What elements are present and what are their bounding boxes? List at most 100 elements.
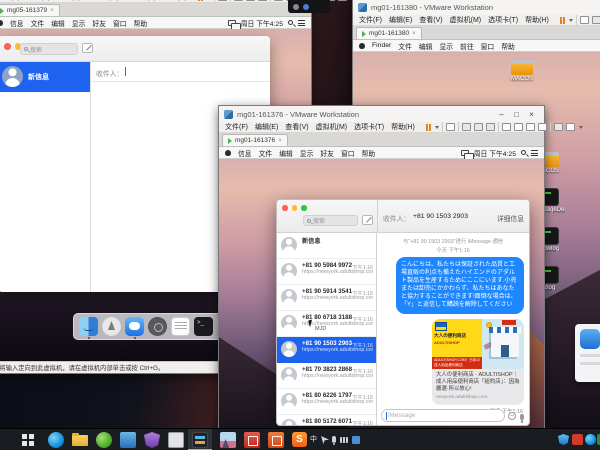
macos-dock[interactable] xyxy=(73,313,242,340)
conversation-row[interactable]: 下午1:16 +81 70 3823 2868 https://newyork.… xyxy=(277,363,376,389)
macos-menu-item[interactable]: 编辑 xyxy=(419,41,433,51)
app-red-2-icon[interactable] xyxy=(268,432,284,448)
snapshot-take-icon[interactable] xyxy=(462,123,471,131)
minimize-icon[interactable] xyxy=(292,205,298,211)
keyboard-icon[interactable] xyxy=(340,437,348,443)
vmware-menu-item[interactable]: 选项卡(T) xyxy=(126,0,156,2)
menubar-clock[interactable]: 周日 下午4:25 xyxy=(241,18,283,28)
vmware-taskbar-active[interactable] xyxy=(188,429,212,450)
macos-menu-item[interactable]: 窗口 xyxy=(481,41,495,51)
browser-green-icon[interactable] xyxy=(96,432,112,448)
vmware-menu-item[interactable]: 虚拟机(M) xyxy=(316,122,348,132)
conversation-row[interactable]: 下午1:16 +81 90 1503 2903 https://newyork.… xyxy=(277,337,376,363)
vm-tab[interactable]: mg05-161379 × xyxy=(0,4,60,16)
conversation-row[interactable]: 下午1:16 +81 80 6718 3188 https://newyork.… xyxy=(277,311,376,337)
grab-input-icon[interactable] xyxy=(580,16,589,24)
close-icon[interactable] xyxy=(282,205,288,211)
compose-button[interactable] xyxy=(362,215,373,225)
conversation-row[interactable]: 下午1:16 +81 90 5914 3541 https://newyork.… xyxy=(277,285,376,311)
chat-pane[interactable]: 与“+81 90 1503 2903”进行 iMessage 通信 今天 下午1… xyxy=(377,233,529,425)
snapshot-take-icon[interactable] xyxy=(592,16,600,24)
vmware-menu-item[interactable]: 查看(V) xyxy=(419,15,442,25)
macos-menu-item[interactable]: 窗口 xyxy=(341,148,355,158)
minimize-button[interactable]: – xyxy=(494,110,509,119)
vmware-menu-item[interactable]: 文件(F) xyxy=(359,15,382,25)
macos-menu-item[interactable]: 显示 xyxy=(72,18,86,28)
vmware-menu-item[interactable]: 编辑(E) xyxy=(27,0,50,2)
vmware-menu-item[interactable]: 帮助(H) xyxy=(391,122,415,132)
macos-menu-item[interactable]: 文件 xyxy=(398,41,412,51)
apple-menu-icon[interactable] xyxy=(0,20,3,26)
show-thumbnail-icon[interactable] xyxy=(514,123,523,131)
macos-menu-item[interactable]: 编辑 xyxy=(51,18,65,28)
suspend-button[interactable] xyxy=(426,124,431,131)
macos-menu-item[interactable]: 信息 xyxy=(238,148,252,158)
vmware-tools-icon[interactable] xyxy=(228,20,236,26)
snapshot-take-icon[interactable] xyxy=(234,0,243,1)
macos-menu-item[interactable]: 好友 xyxy=(92,18,106,28)
notification-center-icon[interactable] xyxy=(298,20,305,26)
vmware-menu-item[interactable]: 查看(V) xyxy=(285,122,308,132)
vmware-menu-item[interactable]: 帮助(H) xyxy=(525,15,549,25)
unity-icon[interactable] xyxy=(538,123,547,131)
search-input[interactable]: 搜索 xyxy=(20,43,78,55)
stretch-view-icon[interactable] xyxy=(338,0,347,1)
conversation-row[interactable]: 下午1:16 +81 90 5984 9972 https://newyork.… xyxy=(277,259,376,285)
link-preview-card[interactable]: 大人の便利商店 ADULTISHOP ADULTISHOP.COM！日本の成人用… xyxy=(432,319,524,405)
vmware-menu-item[interactable]: 文件(F) xyxy=(0,0,20,2)
show-library-icon[interactable] xyxy=(502,123,511,131)
notification-center-icon[interactable] xyxy=(531,150,538,156)
message-input[interactable]: iMessage xyxy=(381,409,505,422)
tab-close-icon[interactable]: × xyxy=(50,8,54,14)
suspend-button[interactable] xyxy=(198,0,203,1)
edge-icon[interactable] xyxy=(48,432,64,448)
vmware-window-center[interactable]: mg01-161376 - VMware Workstation – □ × 文… xyxy=(218,105,545,448)
system-preferences-icon[interactable] xyxy=(148,317,167,336)
to-field[interactable]: 收件人： xyxy=(91,62,270,82)
snapshot-manager-icon[interactable] xyxy=(258,0,267,1)
conversation-row[interactable]: 新信息 xyxy=(277,233,376,259)
file-explorer-icon[interactable] xyxy=(72,435,88,446)
sogou-toolbox-icon[interactable] xyxy=(352,436,360,444)
macos-menu-item[interactable]: 文件 xyxy=(259,148,273,158)
details-button[interactable]: 详细信息 xyxy=(497,213,524,223)
grab-input-icon[interactable] xyxy=(218,0,227,1)
vmware-menu-item[interactable]: 编辑(E) xyxy=(255,122,278,132)
vmware-menu-item[interactable]: 虚拟机(M) xyxy=(450,15,482,25)
suspend-button[interactable] xyxy=(560,17,565,24)
close-icon[interactable] xyxy=(4,43,11,50)
background-app-window[interactable] xyxy=(575,324,600,382)
vmware-tools-icon[interactable] xyxy=(461,150,469,156)
window-titlebar[interactable]: mg01-161380 - VMware Workstation xyxy=(353,0,600,15)
sogou-chinese-mode[interactable]: 中 xyxy=(308,434,319,446)
microphone-icon[interactable] xyxy=(332,436,336,443)
sogou-input-icon[interactable]: S xyxy=(292,432,307,447)
suspend-dropdown-icon[interactable] xyxy=(435,126,439,129)
textedit-icon[interactable] xyxy=(171,317,190,336)
stretch-dropdown-icon[interactable] xyxy=(579,126,583,129)
macos-menu-item[interactable]: 帮助 xyxy=(362,148,376,158)
apple-menu-icon[interactable] xyxy=(359,43,365,49)
macos-menu-item[interactable]: 前往 xyxy=(460,41,474,51)
app-red-icon[interactable] xyxy=(244,432,260,448)
windows-taskbar[interactable]: S 中 xyxy=(0,428,600,450)
compose-button[interactable] xyxy=(82,43,93,53)
vmware-menu-item[interactable]: 选项卡(T) xyxy=(488,15,518,25)
macos-menu-item[interactable]: 信息 xyxy=(10,18,24,28)
vmware-menu-item[interactable]: 文件(F) xyxy=(225,122,248,132)
vm-tab[interactable]: mg01-161380 × xyxy=(356,27,422,39)
tray-red-icon[interactable] xyxy=(572,434,583,445)
menubar-clock[interactable]: 周日 下午4:25 xyxy=(474,148,516,158)
messages-icon[interactable] xyxy=(125,317,144,336)
snapshot-manager-icon[interactable] xyxy=(486,123,495,131)
conversation-row[interactable]: 新信息 xyxy=(0,62,90,92)
macos-menu-item[interactable]: 编辑 xyxy=(279,148,293,158)
console-view-icon[interactable] xyxy=(554,123,563,131)
close-button[interactable]: × xyxy=(524,110,539,119)
photos-icon[interactable] xyxy=(220,432,236,448)
cursor-icon[interactable] xyxy=(321,436,329,444)
macos-menu-item[interactable]: 好友 xyxy=(320,148,334,158)
vmware-menu-item[interactable]: 帮助(H) xyxy=(163,0,187,2)
tab-close-icon[interactable]: × xyxy=(412,31,416,37)
zoom-icon[interactable] xyxy=(301,205,307,211)
